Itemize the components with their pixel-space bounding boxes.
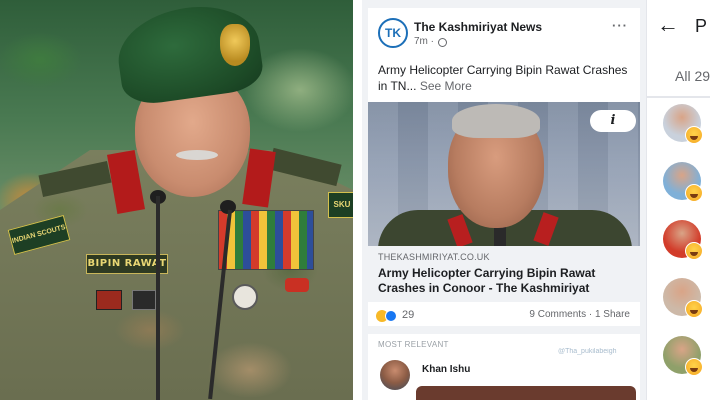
page-name-link[interactable]: The Kashmiriyat News <box>414 20 542 34</box>
haha-reaction-icon <box>685 300 703 318</box>
globe-icon <box>438 38 447 47</box>
link-preview-caption[interactable]: THEKASHMIRIYAT.CO.UK Army Helicopter Car… <box>368 246 640 302</box>
reactions-panel: ← P All 29 <box>646 0 710 400</box>
see-more-link[interactable]: See More <box>420 79 472 93</box>
facebook-post-screenshot: TK The Kashmiriyat News 7m · ··· Army He… <box>362 0 646 400</box>
formation-badge <box>96 290 122 310</box>
haha-reaction-icon <box>685 242 703 260</box>
post-header: TK The Kashmiriyat News 7m · ··· <box>368 8 640 56</box>
comments-section: MOST RELEVANT @Tha_pukilabeigh Khan Ishu <box>368 334 640 400</box>
round-insignia <box>232 284 258 310</box>
like-reaction-icon <box>385 310 397 322</box>
back-arrow-icon[interactable]: ← <box>657 14 679 36</box>
comment-sort-label[interactable]: MOST RELEVANT <box>378 340 449 349</box>
comments-share-count[interactable]: 9 Comments · 1 Share <box>529 309 630 320</box>
microphone-stand <box>156 196 160 400</box>
post-timestamp[interactable]: 7m · <box>414 36 434 47</box>
post-card: TK The Kashmiriyat News 7m · ··· Army He… <box>368 8 640 326</box>
commenter-name[interactable]: Khan Ishu <box>422 364 470 375</box>
commenter-avatar[interactable] <box>380 360 410 390</box>
reactor-row[interactable] <box>663 336 703 384</box>
medal-ribbons <box>218 210 314 270</box>
moustache <box>176 150 218 160</box>
link-title: Army Helicopter Carrying Bipin Rawat Cra… <box>378 266 596 295</box>
link-preview-image[interactable]: i <box>368 102 640 246</box>
haha-reaction-icon <box>685 184 703 202</box>
skill-shoulder-patch: SKU <box>328 192 353 218</box>
reactor-row[interactable] <box>663 220 703 268</box>
beret-badge-icon <box>220 24 250 66</box>
grey-hair <box>452 104 540 138</box>
reactor-row[interactable] <box>663 162 703 210</box>
reaction-count: 29 <box>402 309 415 321</box>
post-body-text: Army Helicopter Carrying Bipin Rawat Cra… <box>378 63 628 93</box>
reactor-row[interactable] <box>663 104 703 152</box>
info-icon[interactable]: i <box>590 110 636 132</box>
link-domain: THEKASHMIRIYAT.CO.UK <box>378 252 490 262</box>
tab-all-reactions[interactable]: All 29 <box>675 68 710 84</box>
post-text: Army Helicopter Carrying Bipin Rawat Cra… <box>378 62 634 94</box>
collage-divider <box>353 0 362 400</box>
more-options-icon[interactable]: ··· <box>612 18 628 33</box>
comment-image[interactable] <box>416 386 636 400</box>
watermark: @Tha_pukilabeigh <box>558 348 617 355</box>
panel-title: P <box>695 16 708 36</box>
page-avatar[interactable]: TK <box>378 18 408 48</box>
red-insignia-tab <box>285 278 309 292</box>
news-photo-soldier: INDIAN SCOUTS SKU BIPIN RAWAT <box>0 0 353 400</box>
tab-divider <box>647 96 710 98</box>
haha-reaction-icon <box>685 126 703 144</box>
reactor-row[interactable] <box>663 278 703 326</box>
haha-reaction-icon <box>685 358 703 376</box>
rank-badge <box>132 290 156 310</box>
